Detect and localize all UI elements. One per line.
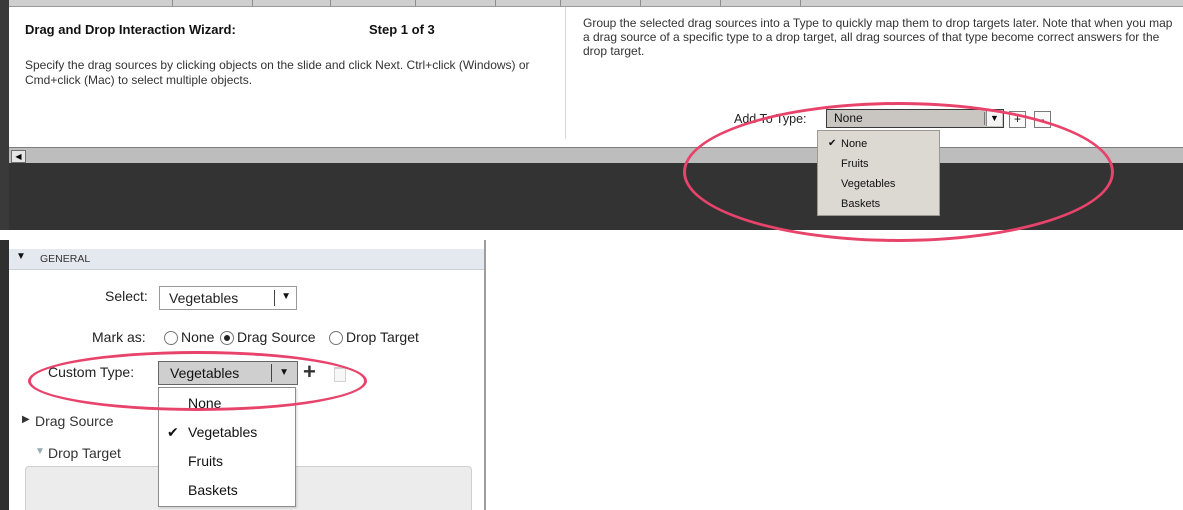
collapse-triangle-icon: ▼: [35, 446, 45, 457]
mark-drag-source-radio[interactable]: [220, 331, 234, 345]
add-to-type-value: None: [834, 111, 863, 125]
add-type-button[interactable]: +: [1009, 111, 1026, 128]
select-label: Select:: [105, 288, 148, 304]
menu-item-label: Baskets: [188, 482, 238, 498]
group-type-help-text: Group the selected drag sources into a T…: [583, 16, 1173, 58]
drag-source-section-toggle[interactable]: ▶ Drag Source: [22, 413, 142, 431]
left-dark-edge: [0, 0, 9, 230]
wizard-title: Drag and Drop Interaction Wizard:: [25, 22, 236, 37]
custom-type-label: Custom Type:: [48, 364, 135, 380]
mark-as-label: Mark as:: [92, 329, 146, 345]
drag-drop-wizard-panel: Drag and Drop Interaction Wizard: Step 1…: [0, 0, 1183, 230]
right-edge: [484, 240, 486, 510]
mark-none-label: None: [181, 329, 215, 345]
chevron-down-icon[interactable]: ▼: [279, 367, 289, 378]
mark-drop-target-label: Drop Target: [346, 329, 419, 345]
menu-item-label: Fruits: [841, 158, 869, 170]
collapse-triangle-icon: ▼: [16, 251, 26, 262]
menu-item-fruits[interactable]: Fruits: [818, 155, 939, 173]
dropdown-separator: [984, 112, 985, 125]
slide-stage-area: [9, 163, 1183, 230]
remove-type-button[interactable]: -: [1034, 111, 1051, 128]
chevron-down-icon[interactable]: ▼: [281, 291, 291, 302]
menu-item-baskets[interactable]: Baskets: [159, 476, 295, 505]
add-to-type-label: Add To Type:: [734, 112, 807, 126]
mark-drop-target-radio[interactable]: [329, 331, 343, 345]
add-to-type-dropdown[interactable]: None ▼: [826, 109, 1004, 128]
scroll-left-arrow-icon[interactable]: ◀: [11, 150, 26, 163]
mark-none-radio[interactable]: [164, 331, 178, 345]
select-dropdown[interactable]: Vegetables ▼: [159, 286, 297, 310]
menu-item-label: None: [841, 138, 868, 150]
wizard-content: Drag and Drop Interaction Wizard: Step 1…: [9, 7, 1183, 147]
menu-item-label: Fruits: [188, 453, 223, 469]
menu-item-vegetables[interactable]: Vegetables: [818, 175, 939, 193]
custom-type-dropdown[interactable]: Vegetables ▼: [158, 361, 298, 385]
drop-target-section-toggle[interactable]: ▼ Drop Target: [35, 445, 155, 463]
menu-item-label: Baskets: [841, 198, 881, 210]
select-value: Vegetables: [169, 290, 239, 306]
wizard-instructions: Specify the drag sources by clicking obj…: [25, 58, 530, 87]
chevron-down-icon[interactable]: ▼: [986, 111, 1002, 126]
horizontal-scrollbar[interactable]: ◀: [9, 147, 1183, 164]
dropdown-separator: [271, 364, 272, 382]
delete-custom-type-trash-icon[interactable]: [334, 367, 346, 382]
menu-item-baskets[interactable]: Baskets: [818, 195, 939, 213]
menu-item-fruits[interactable]: Fruits: [159, 447, 295, 476]
drag-source-section-title: Drag Source: [35, 413, 114, 429]
menu-item-label: None: [188, 395, 222, 411]
checkmark-icon: ✔: [167, 424, 179, 440]
menu-item-label: Vegetables: [841, 178, 896, 190]
add-custom-type-plus-icon[interactable]: +: [303, 361, 316, 383]
wizard-divider: [565, 7, 566, 139]
drop-target-section-title: Drop Target: [48, 445, 121, 461]
menu-item-none[interactable]: None: [159, 389, 295, 418]
general-section-header[interactable]: ▼ GENERAL: [9, 249, 484, 270]
checkmark-icon: ✔: [828, 138, 837, 149]
top-toolbar-strip: [0, 0, 1183, 7]
menu-item-none[interactable]: ✔ None: [818, 135, 939, 153]
custom-type-options-menu: None ✔ Vegetables Fruits Baskets: [158, 387, 296, 507]
mark-drag-source-label: Drag Source: [237, 329, 316, 345]
dropdown-separator: [274, 290, 275, 306]
menu-item-vegetables[interactable]: ✔ Vegetables: [159, 418, 295, 447]
properties-panel: ▼ GENERAL Select: Vegetables ▼ Mark as: …: [0, 240, 486, 510]
menu-item-label: Vegetables: [188, 424, 258, 440]
custom-type-value: Vegetables: [170, 365, 240, 381]
left-dark-edge: [0, 240, 9, 510]
add-to-type-options-menu: ✔ None Fruits Vegetables Baskets: [817, 130, 940, 216]
expand-triangle-icon: ▶: [22, 414, 30, 425]
section-title: GENERAL: [40, 253, 91, 265]
wizard-step-indicator: Step 1 of 3: [369, 22, 435, 37]
